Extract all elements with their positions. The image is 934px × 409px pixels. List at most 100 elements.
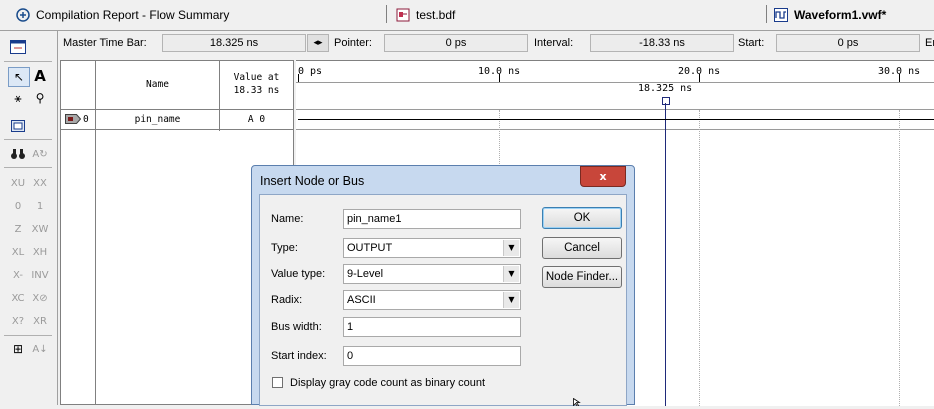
row-value: A 0 bbox=[247, 114, 266, 125]
column-header-value-line1[interactable]: Value at bbox=[220, 72, 293, 83]
close-icon: x bbox=[599, 170, 607, 183]
invert-icon[interactable]: INV bbox=[30, 266, 50, 284]
signal-trace bbox=[298, 119, 934, 120]
tab-divider bbox=[386, 5, 387, 23]
forcing-unknown-icon[interactable]: XX bbox=[30, 174, 50, 192]
cancel-button[interactable]: Cancel bbox=[542, 237, 622, 259]
window-icon[interactable] bbox=[8, 38, 28, 56]
waveform-toolbar: ↖ A ⚹ ⚲ A↻ XU XX 0 1 Z XW XL XH X- INV X… bbox=[0, 31, 58, 405]
dropdown-arrow-icon[interactable]: ▼ bbox=[503, 240, 519, 256]
cancel-button-label: Cancel bbox=[564, 242, 600, 254]
interval-field: -18.33 ns bbox=[590, 34, 734, 52]
weak-unknown-icon[interactable]: XW bbox=[30, 220, 50, 238]
time-ruler: 0 ps 10.0 ns 20.0 ns 30.0 ns bbox=[296, 61, 934, 83]
dont-care-icon[interactable]: X- bbox=[8, 266, 28, 284]
start-index-input[interactable]: 0 bbox=[343, 346, 521, 366]
column-divider bbox=[293, 61, 294, 131]
name-input[interactable]: pin_name1 bbox=[343, 209, 521, 229]
waveform-editing-icon[interactable]: ⚹ bbox=[8, 89, 28, 107]
mouse-pointer-icon bbox=[573, 397, 581, 409]
tick-label: 0 ps bbox=[298, 66, 323, 77]
grid-line bbox=[699, 110, 700, 406]
random-values-icon[interactable]: XR bbox=[30, 312, 50, 330]
close-button[interactable]: x bbox=[580, 166, 626, 187]
tab-label: test.bdf bbox=[416, 8, 456, 22]
dialog-body: Name: pin_name1 Type: OUTPUT ▼ Value typ… bbox=[259, 194, 627, 406]
block-diagram-icon bbox=[396, 8, 410, 22]
selection-tool-icon[interactable]: ↖ bbox=[8, 67, 30, 87]
radix-select[interactable]: ASCII ▼ bbox=[343, 290, 521, 310]
master-time-bar-label: Master Time Bar: bbox=[63, 37, 147, 49]
master-time-bar-field[interactable]: 18.325 ns bbox=[162, 34, 306, 52]
type-value: OUTPUT bbox=[347, 242, 393, 254]
type-label: Type: bbox=[271, 242, 298, 254]
tab-waveform[interactable]: Waveform1.vwf* bbox=[774, 0, 886, 30]
snap-to-grid-icon[interactable]: ⊞ bbox=[8, 340, 28, 358]
toolbar-separator bbox=[4, 61, 52, 62]
value-type-label: Value type: bbox=[271, 268, 326, 280]
weak-high-icon[interactable]: XH bbox=[30, 243, 50, 261]
count-value-icon[interactable]: XC bbox=[8, 289, 28, 307]
dropdown-arrow-icon[interactable]: ▼ bbox=[503, 266, 519, 282]
replace-icon[interactable]: A↻ bbox=[30, 145, 50, 163]
tick-mark bbox=[298, 74, 299, 82]
arrow-right-icon[interactable]: ▸ bbox=[318, 38, 323, 48]
full-screen-icon[interactable] bbox=[8, 117, 28, 135]
forcing-low-icon[interactable]: 0 bbox=[8, 197, 28, 215]
arbitrary-value-icon[interactable]: X? bbox=[8, 312, 28, 330]
column-header-name[interactable]: Name bbox=[96, 79, 219, 90]
clock-icon[interactable]: X⊘ bbox=[30, 289, 50, 307]
start-field: 0 ps bbox=[776, 34, 920, 52]
tab-test-bdf[interactable]: test.bdf bbox=[396, 0, 455, 30]
tab-compilation-report[interactable]: Compilation Report - Flow Summary bbox=[16, 0, 229, 30]
find-icon[interactable] bbox=[8, 145, 28, 163]
ok-button[interactable]: OK bbox=[542, 207, 622, 229]
dialog-title: Insert Node or Bus bbox=[260, 174, 365, 188]
tick-mark bbox=[899, 74, 900, 82]
gray-code-checkbox-label[interactable]: Display gray code count as binary count bbox=[290, 377, 485, 389]
waveform-icon bbox=[774, 8, 788, 22]
gray-code-checkbox[interactable] bbox=[272, 377, 283, 388]
end-label: Er bbox=[925, 37, 934, 49]
time-info-bar: Master Time Bar: 18.325 ns ◂ ▸ Pointer: 0… bbox=[58, 31, 934, 59]
interval-label: Interval: bbox=[534, 37, 574, 49]
interval-value: -18.33 ns bbox=[639, 37, 685, 49]
document-tab-bar: Compilation Report - Flow Summary test.b… bbox=[0, 0, 934, 31]
start-index-label: Start index: bbox=[271, 350, 327, 362]
radix-label: Radix: bbox=[271, 294, 303, 306]
value-type-value: 9-Level bbox=[347, 268, 384, 280]
tick-mark bbox=[699, 74, 700, 82]
value-type-select[interactable]: 9-Level ▼ bbox=[343, 264, 521, 284]
forcing-high-icon[interactable]: 1 bbox=[30, 197, 50, 215]
master-time-bar-value: 18.325 ns bbox=[209, 37, 259, 49]
time-bar-arrows[interactable]: ◂ ▸ bbox=[307, 34, 329, 52]
insert-node-or-bus-dialog: Insert Node or Bus x Name: pin_name1 Typ… bbox=[251, 165, 635, 406]
tick-mark bbox=[499, 74, 500, 82]
weak-low-icon[interactable]: XL bbox=[8, 243, 28, 261]
text-tool-icon[interactable]: A bbox=[30, 67, 50, 85]
tab-label: Compilation Report - Flow Summary bbox=[36, 8, 230, 22]
ok-button-label: OK bbox=[573, 212, 591, 224]
zoom-tool-icon[interactable]: ⚲ bbox=[30, 89, 50, 107]
table-row[interactable]: 0 pin_name A 0 bbox=[61, 110, 293, 129]
column-header-value-line2[interactable]: 18.33 ns bbox=[220, 85, 293, 96]
report-icon bbox=[16, 8, 30, 22]
time-bar-handle[interactable] bbox=[662, 97, 670, 105]
header-divider bbox=[296, 109, 934, 110]
type-select[interactable]: OUTPUT ▼ bbox=[343, 238, 521, 258]
sort-icon[interactable]: A↓ bbox=[30, 340, 50, 358]
row-divider bbox=[61, 129, 293, 130]
dropdown-arrow-icon[interactable]: ▼ bbox=[503, 292, 519, 308]
pointer-field: 0 ps bbox=[384, 34, 528, 52]
bus-width-input[interactable]: 1 bbox=[343, 317, 521, 337]
toolbar-separator bbox=[4, 335, 52, 336]
high-impedance-icon[interactable]: Z bbox=[8, 220, 28, 238]
master-time-bar-caption: 18.325 ns bbox=[638, 83, 693, 94]
master-time-bar-line[interactable] bbox=[665, 103, 666, 406]
row-index: 0 bbox=[83, 114, 89, 125]
name-label: Name: bbox=[271, 213, 304, 225]
uninitialized-icon[interactable]: XU bbox=[8, 174, 28, 192]
node-finder-button[interactable]: Node Finder... bbox=[542, 266, 622, 288]
bus-width-label: Bus width: bbox=[271, 321, 322, 333]
toolbar-separator bbox=[4, 167, 52, 168]
